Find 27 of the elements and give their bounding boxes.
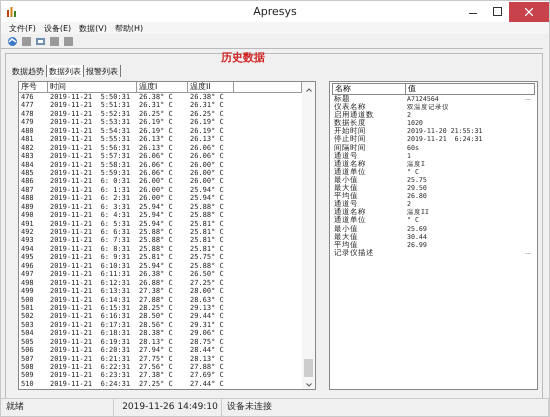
- refresh-icon[interactable]: [7, 36, 18, 46]
- menu-item[interactable]: 设备(E): [44, 22, 72, 34]
- scroll-up-icon[interactable]: [306, 88, 312, 92]
- menu-item[interactable]: 文件(F): [9, 22, 36, 34]
- column-header: 值: [407, 84, 417, 94]
- status-text: 2019-11-26 14:49:10: [114, 399, 222, 416]
- status-text: 就绪: [1, 399, 114, 416]
- status-text: 设备未连接: [222, 399, 549, 416]
- square-icon[interactable]: [21, 36, 32, 46]
- column-header[interactable]: 温度II: [188, 82, 234, 93]
- app-logo-icon: [6, 6, 18, 18]
- close-button[interactable]: [509, 2, 549, 22]
- scroll-thumb[interactable]: [304, 359, 313, 377]
- menu-item[interactable]: 帮助(H): [114, 22, 144, 34]
- column-header[interactable]: 时间: [48, 82, 137, 93]
- close-icon: [525, 8, 533, 16]
- maximize-icon: [492, 7, 502, 16]
- scroll-down-icon[interactable]: [306, 383, 312, 387]
- window-title: Apresys: [253, 5, 297, 18]
- tab[interactable]: 报警列表: [84, 65, 121, 77]
- tab[interactable]: 数据列表: [47, 65, 84, 77]
- page-heading: 历史数据: [221, 50, 265, 65]
- column-header: 名称: [333, 84, 406, 94]
- scrollbar[interactable]: [302, 82, 315, 389]
- column-header[interactable]: 温度I: [137, 82, 188, 93]
- column-header[interactable]: 序号: [19, 82, 48, 93]
- menu-item[interactable]: 数据(V): [79, 22, 107, 34]
